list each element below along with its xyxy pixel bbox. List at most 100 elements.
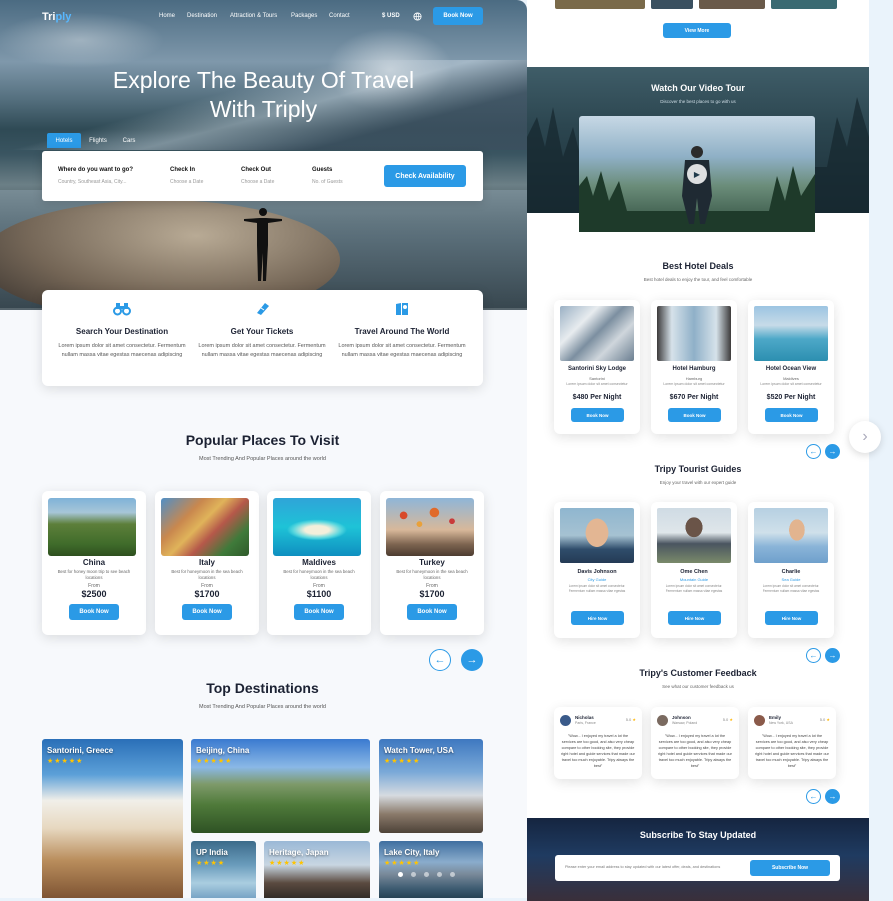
email-input[interactable]: Please enter your email address to stay … xyxy=(565,865,735,869)
destination-tile[interactable]: Watch Tower, USA ★★★★★ xyxy=(379,739,483,833)
carousel-dot[interactable] xyxy=(424,872,429,877)
destination-input[interactable]: Country, Southeast Asia, City... xyxy=(58,179,126,185)
book-now-button[interactable]: Book Now xyxy=(182,604,232,620)
carousel-dot[interactable] xyxy=(398,872,403,877)
view-more-button[interactable]: View More xyxy=(663,23,731,38)
video-player[interactable]: ▶ xyxy=(579,116,815,232)
currency-select[interactable]: $ USD xyxy=(382,13,400,19)
nav-link-packages[interactable]: Packages xyxy=(291,13,317,19)
feature-travel: Travel Around The World Lorem ipsum dolo… xyxy=(332,302,472,360)
book-now-button[interactable]: Book Now xyxy=(571,408,624,422)
reviewer-name: Johnson xyxy=(672,715,691,720)
reviewer-name: Nicholas xyxy=(575,715,594,720)
reviewer-location: Paris, France xyxy=(575,721,596,725)
nav-link-destination[interactable]: Destination xyxy=(187,13,217,19)
hotel-name: Hotel Hamburg xyxy=(672,366,716,372)
book-now-button[interactable]: Book Now xyxy=(668,408,721,422)
destination-tile[interactable]: Santorini, Greece ★★★★★ xyxy=(42,739,183,898)
arrow-left-icon[interactable]: ← xyxy=(429,649,451,671)
carousel-dot[interactable] xyxy=(411,872,416,877)
hotel-card[interactable]: Hotel Ocean View Maldives Lorem ipsum do… xyxy=(748,300,834,434)
feature-search: Search Your Destination Lorem ipsum dolo… xyxy=(52,302,192,360)
arrow-right-icon[interactable]: → xyxy=(825,789,840,804)
guide-name: Charlie xyxy=(781,569,801,575)
book-now-button[interactable]: Book Now xyxy=(69,604,119,620)
nav-link-contact[interactable]: Contact xyxy=(329,13,350,19)
book-now-button[interactable]: Book Now xyxy=(294,604,344,620)
guests-input[interactable]: No. of Guests xyxy=(312,179,343,185)
play-icon[interactable]: ▶ xyxy=(687,164,707,184)
arrow-right-icon[interactable]: → xyxy=(825,444,840,459)
guide-role: City Guide xyxy=(587,577,607,582)
guide-card[interactable]: Charlie Sea Guide Lorem ipsum dolor sit … xyxy=(748,502,834,638)
hire-now-button[interactable]: Hire Now xyxy=(765,611,818,625)
place-desc: Best for honeymoon in the sea beach loca… xyxy=(171,569,243,580)
destination-tile[interactable]: Heritage, Japan ★★★★★ xyxy=(264,841,370,898)
guide-card[interactable]: Ome Chen Mountain Guide Lorem ipsum dolo… xyxy=(651,502,737,638)
feedback-card: Johnson Warsaw, Poland 5.0 ★ "Wow... I e… xyxy=(651,707,739,779)
feedback-card: Emily New York, USA 5.0 ★ "Wow... I enjo… xyxy=(748,707,836,779)
destination-tile[interactable]: Beijing, China ★★★★★ xyxy=(191,739,370,833)
brand-logo[interactable]: Triply xyxy=(42,11,71,23)
place-price: $1100 xyxy=(306,589,332,599)
hotel-price: $520 Per Night xyxy=(766,394,816,401)
guide-role: Mountain Guide xyxy=(679,577,709,582)
hotel-desc: Lorem ipsum dolor sit amet consectetur xyxy=(760,382,822,386)
place-price: $1700 xyxy=(194,589,220,599)
carousel-dot[interactable] xyxy=(437,872,442,877)
review-score: 5.0 ★ xyxy=(722,717,733,722)
book-now-button[interactable]: Book Now xyxy=(407,604,457,620)
guide-card[interactable]: Davis Johnson City Guide Lorem ipsum dol… xyxy=(554,502,640,638)
hotel-image xyxy=(754,306,828,361)
arrow-left-icon[interactable]: ← xyxy=(806,648,821,663)
reviewer-location: Warsaw, Poland xyxy=(672,721,698,725)
globe-icon[interactable] xyxy=(413,12,422,21)
place-card[interactable]: Turkey Best for honeymoon in the sea bea… xyxy=(380,491,484,635)
place-image xyxy=(48,498,136,556)
hire-now-button[interactable]: Hire Now xyxy=(571,611,624,625)
arrow-right-icon[interactable]: → xyxy=(825,648,840,663)
subscribe-button[interactable]: Subscribe Now xyxy=(750,860,830,876)
place-image xyxy=(386,498,474,556)
place-desc: Best for honey moon trip to see beach lo… xyxy=(57,569,131,580)
arrow-right-icon[interactable]: → xyxy=(461,649,483,671)
place-name: China xyxy=(82,558,106,567)
place-name: Maldives xyxy=(302,558,336,567)
check-in-input[interactable]: Choose a Date xyxy=(170,179,203,185)
place-desc: Best for honeymoon in the sea beach loca… xyxy=(396,569,468,580)
feature-desc: Lorem ipsum dolor sit amet consectetur. … xyxy=(58,343,186,358)
arrow-left-icon[interactable]: ← xyxy=(806,444,821,459)
tab-cars[interactable]: Cars xyxy=(116,133,142,148)
feature-desc: Lorem ipsum dolor sit amet consectetur. … xyxy=(338,343,466,358)
nav-link-attraction[interactable]: Attraction & Tours xyxy=(230,13,277,19)
section-title: Top Destinations xyxy=(206,680,319,696)
landing-page-right: View More Watch Our Video Tour Discover … xyxy=(527,0,869,901)
check-out-input[interactable]: Choose a Date xyxy=(241,179,274,185)
place-image xyxy=(161,498,249,556)
rating-stars: ★★★★★ xyxy=(47,758,84,765)
place-card[interactable]: China Best for honey moon trip to see be… xyxy=(42,491,146,635)
book-now-button[interactable]: Book Now xyxy=(765,408,818,422)
tab-flights[interactable]: Flights xyxy=(84,133,112,148)
rating-stars: ★★★★ xyxy=(196,860,226,867)
section-title: Tripy's Customer Feedback xyxy=(639,668,757,678)
book-now-nav-button[interactable]: Book Now xyxy=(433,7,483,25)
nav-link-home[interactable]: Home xyxy=(159,13,175,19)
destination-name: Lake City, Italy xyxy=(384,848,440,857)
destination-tile[interactable]: UP India ★★★★ xyxy=(191,841,256,898)
tab-hotels[interactable]: Hotels xyxy=(47,133,81,148)
check-availability-button[interactable]: Check Availability xyxy=(384,165,466,187)
place-card[interactable]: Maldives Best for honeymoon in the sea b… xyxy=(267,491,371,635)
destination-tile[interactable]: Lake City, Italy ★★★★★ xyxy=(379,841,483,898)
destination-name: UP India xyxy=(196,848,228,857)
place-card[interactable]: Italy Best for honeymoon in the sea beac… xyxy=(155,491,259,635)
hotel-card[interactable]: Santorini Sky Lodge Santorini Lorem ipsu… xyxy=(554,300,640,434)
page: Triply Home Destination Attraction & Tou… xyxy=(0,0,893,901)
place-image xyxy=(273,498,361,556)
carousel-dot[interactable] xyxy=(450,872,455,877)
hire-now-button[interactable]: Hire Now xyxy=(668,611,721,625)
hotel-card[interactable]: Hotel Hamburg Hamburg Lorem ipsum dolor … xyxy=(651,300,737,434)
hotel-location: Hamburg xyxy=(685,376,703,381)
arrow-left-icon[interactable]: ← xyxy=(806,789,821,804)
next-slide-icon[interactable]: › xyxy=(849,421,881,453)
